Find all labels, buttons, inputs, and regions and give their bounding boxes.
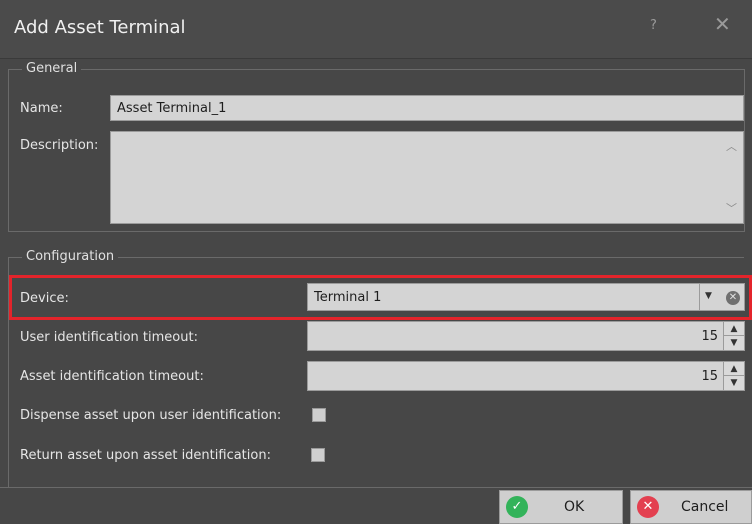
close-icon[interactable]: ✕	[714, 12, 731, 36]
general-group-line	[8, 69, 744, 70]
scroll-up-icon[interactable]: ︿	[726, 138, 737, 154]
general-group-title: General	[22, 61, 82, 76]
description-label: Description:	[20, 138, 99, 153]
general-group-right-border	[744, 69, 745, 231]
increment-icon[interactable]: ▲	[724, 362, 744, 376]
device-label: Device:	[20, 291, 69, 306]
check-icon: ✓	[506, 496, 528, 518]
ok-button-label: OK	[564, 499, 585, 515]
help-icon[interactable]: ?	[650, 18, 657, 33]
decrement-icon[interactable]: ▼	[724, 336, 744, 350]
return-checkbox[interactable]	[311, 448, 325, 462]
add-asset-terminal-dialog: Add Asset Terminal ? ✕ General Name: Ass…	[0, 0, 752, 524]
configuration-group-title: Configuration	[22, 249, 119, 264]
cancel-button[interactable]: ✕ Cancel	[630, 490, 752, 524]
asset-timeout-value: 15	[701, 369, 718, 384]
footer-divider	[0, 487, 752, 488]
decrement-icon[interactable]: ▼	[724, 376, 744, 390]
cancel-icon: ✕	[637, 496, 659, 518]
asset-timeout-spinner[interactable]: 15 ▲ ▼	[307, 361, 745, 391]
user-timeout-spinner[interactable]: 15 ▲ ▼	[307, 321, 745, 351]
configuration-group-line	[8, 257, 744, 258]
device-dropdown[interactable]: Terminal 1 ▼ ✕	[307, 283, 745, 311]
general-group-bottom-border	[8, 231, 745, 232]
general-group-left-border	[8, 69, 9, 231]
title-bar: Add Asset Terminal ? ✕	[0, 0, 752, 59]
dispense-checkbox[interactable]	[312, 408, 326, 422]
description-scrollbar[interactable]: ︿ ﹀	[721, 132, 743, 223]
description-textarea[interactable]: ︿ ﹀	[110, 131, 744, 224]
scroll-down-icon[interactable]: ﹀	[726, 200, 737, 216]
name-label: Name:	[20, 101, 63, 116]
clear-icon[interactable]: ✕	[726, 291, 740, 305]
name-value: Asset Terminal_1	[117, 101, 227, 116]
asset-timeout-label: Asset identification timeout:	[20, 369, 204, 384]
return-label: Return asset upon asset identification:	[20, 448, 271, 463]
increment-icon[interactable]: ▲	[724, 322, 744, 336]
name-input[interactable]: Asset Terminal_1	[110, 95, 744, 121]
cancel-button-label: Cancel	[681, 499, 729, 515]
dispense-label: Dispense asset upon user identification:	[20, 408, 282, 423]
user-timeout-label: User identification timeout:	[20, 330, 198, 345]
dropdown-arrow-icon[interactable]: ▼	[699, 284, 720, 310]
ok-button[interactable]: ✓ OK	[499, 490, 623, 524]
device-value: Terminal 1	[314, 290, 382, 305]
asset-timeout-stepper[interactable]: ▲ ▼	[723, 362, 744, 390]
user-timeout-stepper[interactable]: ▲ ▼	[723, 322, 744, 350]
user-timeout-value: 15	[701, 329, 718, 344]
dialog-title: Add Asset Terminal	[14, 17, 186, 38]
